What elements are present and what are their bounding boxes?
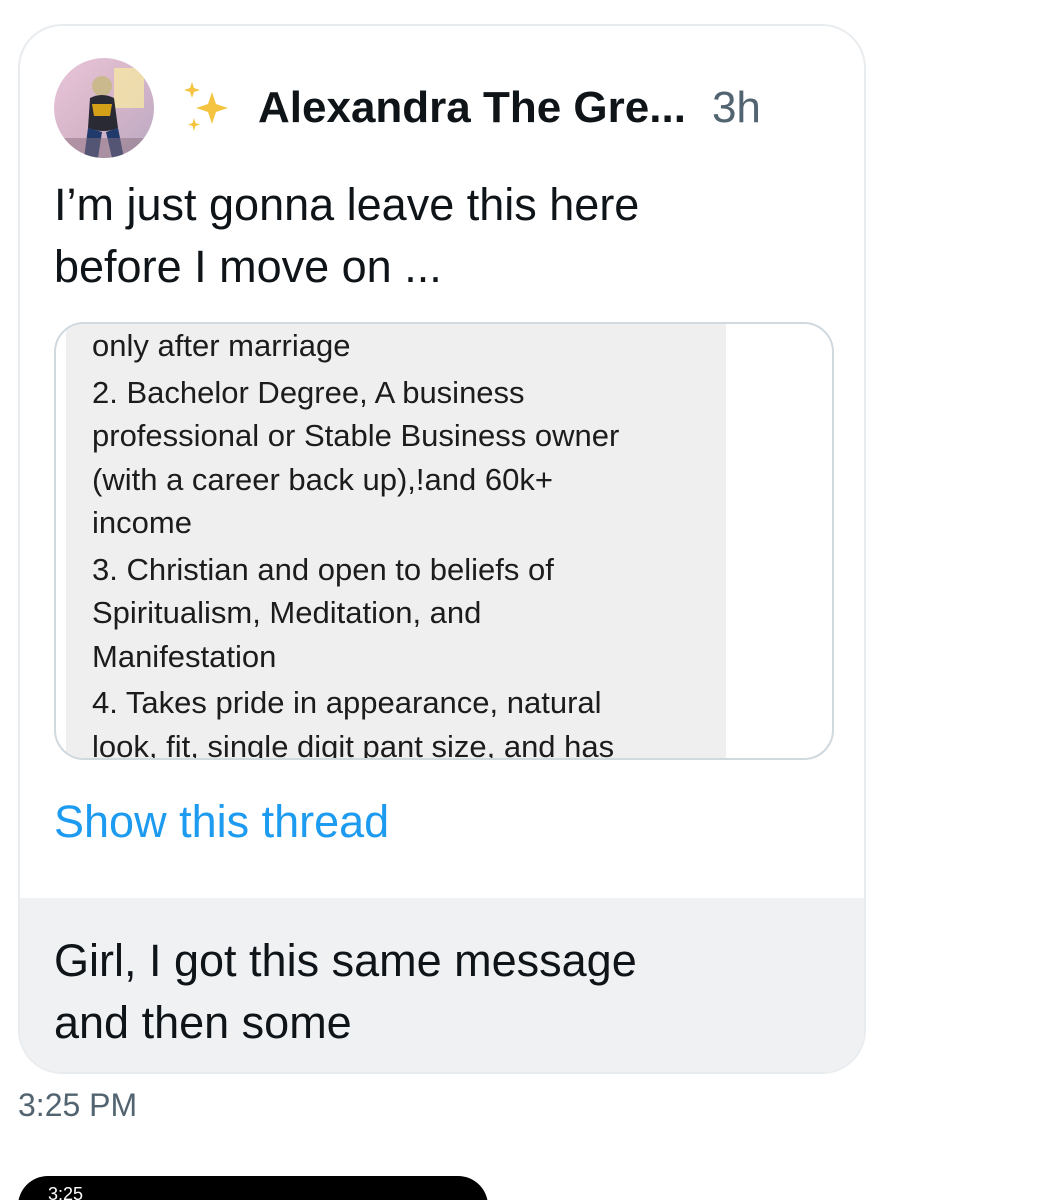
screenshot-line: Manifestation: [92, 638, 277, 674]
tweet-image[interactable]: only after marriage 2. Bachelor Degree, …: [54, 322, 834, 760]
tweet-text-line: before I move on ...: [54, 241, 442, 292]
screenshot-line: professional or Stable Business owner: [92, 418, 620, 453]
screenshot-line: 2. Bachelor Degree, A business: [92, 374, 525, 410]
screenshot-line: income: [92, 505, 192, 540]
reply-message[interactable]: Girl, I got this same message and then s…: [20, 898, 864, 1072]
author-name[interactable]: Alexandra The Gre...: [258, 83, 686, 133]
screenshot-text: only after marriage 2. Bachelor Degree, …: [92, 324, 752, 760]
message-timestamp: 3:25 PM: [18, 1087, 138, 1123]
reply-text: Girl, I got this same message and then s…: [54, 930, 814, 1054]
tweet-timestamp: 3h: [711, 83, 761, 132]
screenshot-line: 4. Takes pride in appearance, natural: [92, 685, 602, 720]
avatar[interactable]: [54, 58, 154, 158]
screenshot-line: Spiritualism, Meditation, and: [92, 595, 482, 630]
show-thread-link[interactable]: Show this thread: [54, 796, 389, 848]
tweet-text-line: I’m just gonna leave this here: [54, 179, 640, 230]
shared-tweet-message[interactable]: Alexandra The Gre... 3h I’m just gonna l…: [18, 24, 866, 1074]
screenshot-line: 3. Christian and open to beliefs of: [92, 551, 554, 587]
screenshot-line: look, fit, single digit pant size, and h…: [92, 728, 615, 760]
screenshot-line: only after marriage: [92, 328, 351, 363]
tweet-text: I’m just gonna leave this here before I …: [54, 174, 754, 298]
next-message-preview[interactable]: 3:25: [18, 1176, 488, 1200]
screenshot-line: (with a career back up),!and 60k+: [92, 461, 553, 497]
reply-text-line: and then some: [54, 997, 352, 1048]
next-message-time: 3:25: [48, 1184, 84, 1200]
sparkles-icon: [180, 80, 236, 136]
dm-conversation: Alexandra The Gre... 3h I’m just gonna l…: [0, 0, 1060, 1200]
tweet-header: Alexandra The Gre... 3h: [54, 58, 761, 158]
reply-text-line: Girl, I got this same message: [54, 935, 637, 986]
